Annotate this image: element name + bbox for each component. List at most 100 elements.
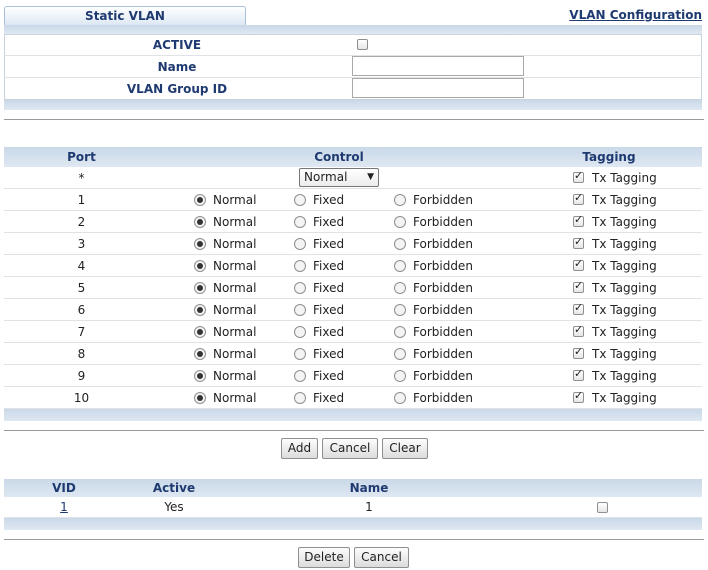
control-normal-radio[interactable] bbox=[194, 326, 206, 338]
control-forbidden-radio[interactable] bbox=[394, 326, 406, 338]
control-normal-radio[interactable] bbox=[194, 194, 206, 206]
control-fixed-label: Fixed bbox=[313, 237, 345, 251]
control-forbidden-label: Forbidden bbox=[413, 347, 473, 361]
form-footer-bar bbox=[4, 100, 702, 110]
active-checkbox[interactable] bbox=[357, 39, 368, 50]
group-id-input[interactable] bbox=[352, 78, 524, 98]
vlan-row-checkbox[interactable] bbox=[597, 502, 608, 513]
tx-tagging-checkbox[interactable] bbox=[573, 323, 584, 337]
tx-tagging-checkbox[interactable] bbox=[573, 345, 584, 359]
name-input[interactable] bbox=[352, 56, 524, 76]
control-fixed-radio[interactable] bbox=[294, 194, 306, 206]
control-forbidden-label: Forbidden bbox=[413, 391, 473, 405]
tx-tagging-label: Tx Tagging bbox=[592, 281, 657, 295]
control-normal-label: Normal bbox=[213, 369, 257, 383]
vlan-name-value: 1 bbox=[365, 500, 373, 514]
control-normal-radio[interactable] bbox=[194, 370, 206, 382]
vlan-table-footer bbox=[4, 518, 702, 530]
port-number: 5 bbox=[77, 281, 86, 295]
control-forbidden-radio[interactable] bbox=[394, 370, 406, 382]
control-forbidden-radio[interactable] bbox=[394, 238, 406, 250]
select-arrow-icon: ▼ bbox=[367, 172, 374, 182]
control-normal-radio[interactable] bbox=[194, 304, 206, 316]
control-all-select[interactable]: Normal ▼ bbox=[299, 168, 379, 187]
tx-tagging-label: Tx Tagging bbox=[592, 193, 657, 207]
vlan-row: 1 Yes 1 bbox=[4, 497, 702, 518]
cancel-button[interactable]: Cancel bbox=[322, 438, 378, 459]
control-forbidden-radio[interactable] bbox=[394, 216, 406, 228]
tx-tagging-checkbox[interactable] bbox=[573, 389, 584, 403]
port-number: 6 bbox=[77, 303, 86, 317]
control-fixed-radio[interactable] bbox=[294, 216, 306, 228]
vid-link[interactable]: 1 bbox=[60, 500, 68, 514]
group-id-row: VLAN Group ID bbox=[4, 78, 702, 100]
cancel-delete-button[interactable]: Cancel bbox=[354, 547, 409, 568]
control-normal-radio[interactable] bbox=[194, 392, 206, 404]
control-fixed-radio[interactable] bbox=[294, 260, 306, 272]
tx-tagging-label: Tx Tagging bbox=[592, 347, 657, 361]
tx-tagging-checkbox[interactable] bbox=[573, 279, 584, 293]
all-ports-port: * bbox=[78, 171, 85, 185]
tx-tagging-checkbox[interactable] bbox=[573, 235, 584, 249]
port-number: 8 bbox=[77, 347, 86, 361]
add-button[interactable]: Add bbox=[281, 438, 318, 459]
delete-button[interactable]: Delete bbox=[298, 547, 350, 568]
control-normal-radio[interactable] bbox=[194, 260, 206, 272]
port-row: 2 Normal Fixed Forbidden Tx Tagging bbox=[4, 211, 702, 233]
control-fixed-radio[interactable] bbox=[294, 392, 306, 404]
tx-tagging-label: Tx Tagging bbox=[592, 215, 657, 229]
tx-tagging-checkbox[interactable] bbox=[573, 213, 584, 227]
port-number: 2 bbox=[77, 215, 86, 229]
control-forbidden-radio[interactable] bbox=[394, 392, 406, 404]
vlan-active-value: Yes bbox=[164, 500, 184, 514]
control-fixed-label: Fixed bbox=[313, 303, 345, 317]
control-normal-radio[interactable] bbox=[194, 238, 206, 250]
control-fixed-label: Fixed bbox=[313, 391, 345, 405]
tx-tagging-checkbox[interactable] bbox=[573, 301, 584, 315]
control-fixed-radio[interactable] bbox=[294, 370, 306, 382]
control-fixed-radio[interactable] bbox=[294, 326, 306, 338]
control-normal-label: Normal bbox=[213, 325, 257, 339]
name-row: Name bbox=[4, 56, 702, 78]
control-forbidden-label: Forbidden bbox=[413, 325, 473, 339]
control-forbidden-label: Forbidden bbox=[413, 259, 473, 273]
tx-tagging-label: Tx Tagging bbox=[592, 303, 657, 317]
control-normal-label: Normal bbox=[213, 281, 257, 295]
control-fixed-radio[interactable] bbox=[294, 282, 306, 294]
control-fixed-radio[interactable] bbox=[294, 238, 306, 250]
control-forbidden-radio[interactable] bbox=[394, 304, 406, 316]
divider bbox=[4, 430, 704, 431]
control-normal-label: Normal bbox=[213, 237, 257, 251]
control-all-select-value: Normal bbox=[304, 170, 348, 184]
control-normal-label: Normal bbox=[213, 193, 257, 207]
name-label: Name bbox=[157, 60, 197, 74]
col-active: Active bbox=[152, 481, 196, 495]
tx-tagging-checkbox[interactable] bbox=[573, 367, 584, 381]
active-row: ACTIVE bbox=[4, 34, 702, 56]
control-forbidden-label: Forbidden bbox=[413, 215, 473, 229]
tx-tagging-all-checkbox[interactable] bbox=[573, 169, 584, 183]
control-normal-radio[interactable] bbox=[194, 282, 206, 294]
vlan-configuration-link[interactable]: VLAN Configuration bbox=[569, 8, 702, 22]
port-number: 9 bbox=[77, 369, 86, 383]
tx-tagging-checkbox[interactable] bbox=[573, 191, 584, 205]
control-normal-radio[interactable] bbox=[194, 348, 206, 360]
port-row: 9 Normal Fixed Forbidden Tx Tagging bbox=[4, 365, 702, 387]
control-fixed-radio[interactable] bbox=[294, 348, 306, 360]
control-normal-label: Normal bbox=[213, 303, 257, 317]
control-forbidden-radio[interactable] bbox=[394, 348, 406, 360]
control-forbidden-radio[interactable] bbox=[394, 260, 406, 272]
tab-static-vlan[interactable]: Static VLAN bbox=[4, 6, 246, 25]
control-fixed-radio[interactable] bbox=[294, 304, 306, 316]
tx-tagging-label: Tx Tagging bbox=[592, 325, 657, 339]
clear-button[interactable]: Clear bbox=[382, 438, 428, 459]
control-forbidden-label: Forbidden bbox=[413, 237, 473, 251]
control-normal-radio[interactable] bbox=[194, 216, 206, 228]
control-fixed-label: Fixed bbox=[313, 193, 345, 207]
control-forbidden-label: Forbidden bbox=[413, 369, 473, 383]
tx-tagging-checkbox[interactable] bbox=[573, 257, 584, 271]
col-vid: VID bbox=[52, 481, 76, 495]
tx-tagging-all-label: Tx Tagging bbox=[592, 171, 657, 185]
control-forbidden-radio[interactable] bbox=[394, 194, 406, 206]
control-forbidden-radio[interactable] bbox=[394, 282, 406, 294]
